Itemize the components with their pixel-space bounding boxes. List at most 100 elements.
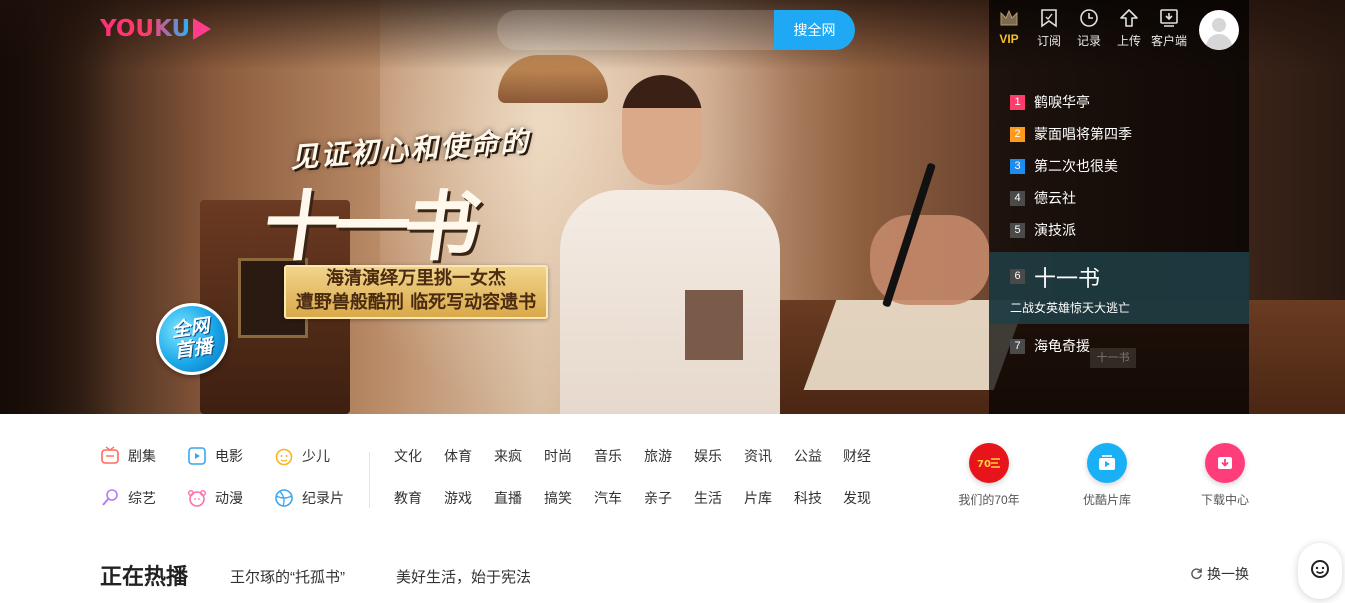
rank-number: 4 [1010, 190, 1025, 206]
anime-bear-icon [187, 488, 207, 508]
tv-icon [100, 446, 120, 466]
play-library-icon [1087, 443, 1127, 483]
sub-channel-link[interactable]: 资讯 [744, 446, 772, 466]
rank-number: 6 [1010, 269, 1025, 284]
rank-title: 海龟奇援 [1034, 338, 1090, 354]
subscribe-button[interactable]: 订阅 [1029, 6, 1069, 52]
refresh-label: 换一换 [1207, 566, 1249, 582]
sub-channel-link[interactable]: 体育 [444, 446, 472, 466]
channel-label: 少儿 [302, 448, 330, 464]
quick-link-label: 我们的70年 [958, 493, 1020, 507]
sub-channel-link[interactable]: 公益 [794, 446, 822, 466]
rank-number: 2 [1010, 126, 1025, 142]
search-bar: 搜全网 [497, 10, 855, 50]
youku-logo[interactable]: YOUKU [100, 16, 212, 42]
rank-item[interactable]: 1 鹤唳华亭 [989, 86, 1249, 118]
channel-variety[interactable]: 综艺 [100, 488, 156, 508]
client-label: 客户端 [1150, 34, 1187, 48]
section-tag-link[interactable]: 美好生活，始于宪法 [396, 566, 531, 587]
svg-text:70: 70 [977, 459, 991, 470]
rank-subtitle: 二战女英雄惊天大逃亡 [1010, 300, 1131, 315]
client-download-button[interactable]: 客户端 [1149, 6, 1189, 52]
quick-link-70-years[interactable]: 70 我们的70年 [953, 443, 1025, 508]
upload-button[interactable]: 上传 [1109, 6, 1149, 52]
hot-ranking-list: 1 鹤唳华亭 2 蒙面唱将第四季 3 第二次也很美 4 德云社 5 演技派 6 … [989, 86, 1249, 362]
rank-title: 十一书 [1034, 265, 1101, 291]
channel-label: 剧集 [128, 448, 156, 464]
channel-movie[interactable]: 电影 [187, 446, 243, 466]
rank-number: 1 [1010, 94, 1025, 110]
quick-link-label: 优酷片库 [1082, 493, 1131, 507]
vip-label: VIP [999, 32, 1019, 46]
rank-title: 蒙面唱将第四季 [1034, 126, 1132, 142]
download-center-icon [1205, 443, 1245, 483]
logo-text: YOUKU [100, 16, 191, 42]
rank-title: 演技派 [1034, 222, 1076, 238]
floating-assistant-button[interactable] [1298, 543, 1342, 599]
channel-kids[interactable]: 少儿 [274, 446, 330, 466]
channel-label: 动漫 [215, 490, 243, 506]
rank-item[interactable]: 2 蒙面唱将第四季 [989, 118, 1249, 150]
logo-play-icon [193, 18, 212, 40]
badge-line-2: 首播 [173, 335, 214, 363]
globe-icon [274, 488, 294, 508]
sub-channel-link[interactable]: 科技 [794, 488, 822, 508]
sub-channel-link[interactable]: 旅游 [644, 446, 672, 466]
sub-channel-link[interactable]: 音乐 [594, 446, 622, 466]
quick-link-label: 下载中心 [1200, 493, 1249, 507]
banner-promo-line-1: 海清演绎万里挑一女杰 [326, 268, 506, 289]
channel-documentary[interactable]: 纪录片 [274, 488, 344, 508]
kids-icon [274, 446, 294, 466]
history-label: 记录 [1076, 34, 1101, 48]
refresh-icon [1190, 565, 1203, 584]
sub-channel-link[interactable]: 亲子 [644, 488, 672, 508]
sub-channel-link[interactable]: 教育 [394, 488, 422, 508]
anniversary-70-icon: 70 [969, 443, 1009, 483]
rank-ghost-label: 十一书 [1090, 348, 1136, 368]
quick-link-download-center[interactable]: 下载中心 [1196, 443, 1254, 508]
sub-channel-link[interactable]: 发现 [843, 488, 871, 508]
rank-item-active[interactable]: 6 十一书 二战女英雄惊天大逃亡 [989, 252, 1249, 324]
banner-promo-line-2: 遭野兽般酷刑 临死写动容遗书 [295, 292, 537, 313]
bookmark-icon [1039, 8, 1059, 28]
rank-number: 5 [1010, 222, 1025, 238]
sub-channel-link[interactable]: 娱乐 [694, 446, 722, 466]
refresh-button[interactable]: 换一换 [1190, 564, 1249, 584]
search-input[interactable] [497, 10, 774, 50]
sub-channel-link[interactable]: 汽车 [594, 488, 622, 508]
section-tag-link[interactable]: 王尔琢的“托孤书” [230, 566, 345, 587]
rank-item[interactable]: 5 演技派 [989, 214, 1249, 246]
user-avatar-icon[interactable] [1199, 10, 1239, 50]
rank-number: 7 [1010, 338, 1025, 354]
subscribe-label: 订阅 [1036, 34, 1061, 48]
banner-show-title: 十一书 [257, 182, 481, 271]
crown-icon [999, 8, 1019, 28]
nav-divider [369, 452, 370, 508]
upload-label: 上传 [1116, 34, 1141, 48]
history-button[interactable]: 记录 [1069, 6, 1109, 52]
vip-button[interactable]: VIP [989, 6, 1029, 52]
banner-promo-box: 海清演绎万里挑一女杰 遭野兽般酷刑 临死写动容遗书 [284, 265, 548, 319]
sub-channel-link[interactable]: 游戏 [444, 488, 472, 508]
quick-link-library[interactable]: 优酷片库 [1078, 443, 1136, 508]
sub-channel-link[interactable]: 生活 [694, 488, 722, 508]
sub-channel-link[interactable]: 搞笑 [544, 488, 572, 508]
header-actions: VIP 订阅 记录 上传 客户端 [989, 6, 1199, 52]
channel-anime[interactable]: 动漫 [187, 488, 243, 508]
sub-channel-link[interactable]: 财经 [843, 446, 871, 466]
search-all-button[interactable]: 搜全网 [774, 10, 855, 50]
sub-channel-link[interactable]: 文化 [394, 446, 422, 466]
sub-channel-link[interactable]: 时尚 [544, 446, 572, 466]
rank-item[interactable]: 4 德云社 [989, 182, 1249, 214]
banner-actress [560, 75, 780, 414]
microphone-icon [100, 488, 120, 508]
sub-channel-link[interactable]: 片库 [744, 488, 772, 508]
sub-channel-link[interactable]: 来疯 [494, 446, 522, 466]
section-title-now-playing: 正在热播 [100, 564, 189, 589]
channel-drama[interactable]: 剧集 [100, 446, 156, 466]
rank-title: 鹤唳华亭 [1034, 94, 1090, 110]
clock-icon [1079, 8, 1099, 28]
upload-icon [1119, 8, 1139, 28]
sub-channel-link[interactable]: 直播 [494, 488, 522, 508]
rank-item[interactable]: 3 第二次也很美 [989, 150, 1249, 182]
